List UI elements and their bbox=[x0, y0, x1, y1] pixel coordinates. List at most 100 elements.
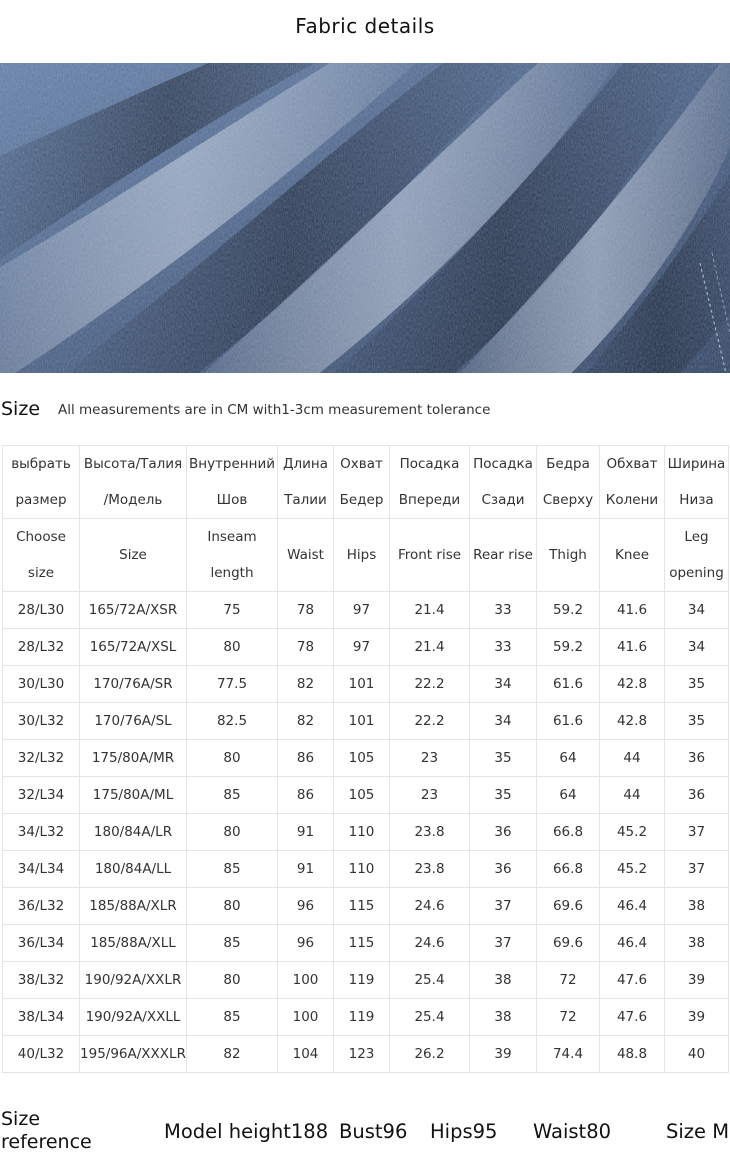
table-cell: 36/L34 bbox=[2, 924, 80, 962]
table-cell: 36 bbox=[469, 813, 537, 851]
table-cell: 45.2 bbox=[599, 813, 665, 851]
header-text: Посадка bbox=[399, 456, 460, 472]
table-cell: 82 bbox=[277, 665, 334, 703]
table-row: 30/L30 170/76A/SR 77.5 82 101 22.2 34 61.6 42.8 3… bbox=[2, 665, 729, 703]
header-cell: Inseam length bbox=[186, 518, 278, 592]
table-cell: 69.6 bbox=[536, 887, 600, 925]
table-row: 28/L30 165/72A/XSR 75 78 97 21.4 33 59.2 41.6 34 bbox=[2, 591, 729, 629]
table-cell: 180/84A/LL bbox=[79, 850, 187, 888]
table-cell: 101 bbox=[333, 665, 390, 703]
table-cell: 35 bbox=[469, 776, 537, 814]
header-text: Высота/Талия bbox=[83, 456, 183, 472]
table-cell: 82 bbox=[277, 702, 334, 740]
table-cell: 72 bbox=[536, 961, 600, 999]
header-text: размер bbox=[15, 492, 67, 508]
table-cell: 123 bbox=[333, 1035, 390, 1073]
table-cell: 48.8 bbox=[599, 1035, 665, 1073]
table-cell: 85 bbox=[186, 850, 278, 888]
table-cell: 77.5 bbox=[186, 665, 278, 703]
header-text: Rear rise bbox=[473, 547, 533, 563]
header-text: Ширина bbox=[667, 456, 726, 472]
table-cell: 69.6 bbox=[536, 924, 600, 962]
header-text: Thigh bbox=[549, 547, 587, 563]
table-cell: 110 bbox=[333, 813, 390, 851]
table-cell: 44 bbox=[599, 776, 665, 814]
table-cell: 105 bbox=[333, 739, 390, 777]
model-size: Size M bbox=[666, 1120, 730, 1143]
table-cell: 28/L32 bbox=[2, 628, 80, 666]
header-text: Шов bbox=[216, 492, 248, 508]
table-cell: 39 bbox=[664, 961, 729, 999]
table-cell: 32/L34 bbox=[2, 776, 80, 814]
table-cell: 24.6 bbox=[389, 887, 470, 925]
table-cell: 23.8 bbox=[389, 813, 470, 851]
table-cell: 175/80A/MR bbox=[79, 739, 187, 777]
table-cell: 36 bbox=[469, 850, 537, 888]
table-cell: 38/L34 bbox=[2, 998, 80, 1036]
table-cell: 25.4 bbox=[389, 961, 470, 999]
header-text: Hips bbox=[346, 547, 377, 563]
table-cell: 21.4 bbox=[389, 628, 470, 666]
table-cell: 42.8 bbox=[599, 702, 665, 740]
table-cell: 41.6 bbox=[599, 591, 665, 629]
header-text: Талии bbox=[284, 492, 327, 508]
header-text: Низа bbox=[679, 492, 714, 508]
table-cell: 22.2 bbox=[389, 665, 470, 703]
table-cell: 28/L30 bbox=[2, 591, 80, 629]
header-text: Knee bbox=[614, 547, 650, 563]
size-reference: Size reference Model height188 Bust96 Hi… bbox=[0, 1106, 730, 1166]
table-cell: 35 bbox=[469, 739, 537, 777]
header-text: Внутренний bbox=[188, 456, 276, 472]
table-row: 28/L32 165/72A/XSL 80 78 97 21.4 33 59.2 41.6 34 bbox=[2, 628, 729, 666]
table-cell: 86 bbox=[277, 776, 334, 814]
table-cell: 23 bbox=[389, 739, 470, 777]
header-cell: Thigh bbox=[536, 518, 600, 592]
header-cell: Бедра Сверху bbox=[536, 445, 600, 519]
header-text: Size bbox=[119, 547, 147, 563]
table-cell: 180/84A/LR bbox=[79, 813, 187, 851]
table-cell: 34 bbox=[469, 665, 537, 703]
table-cell: 59.2 bbox=[536, 591, 600, 629]
header-text: Бедер bbox=[339, 492, 384, 508]
table-cell: 165/72A/XSL bbox=[79, 628, 187, 666]
table-cell: 175/80A/ML bbox=[79, 776, 187, 814]
table-cell: 104 bbox=[277, 1035, 334, 1073]
table-cell: 47.6 bbox=[599, 998, 665, 1036]
table-cell: 24.6 bbox=[389, 924, 470, 962]
table-cell: 80 bbox=[186, 813, 278, 851]
table-cell: 40/L32 bbox=[2, 1035, 80, 1073]
table-cell: 22.2 bbox=[389, 702, 470, 740]
header-text: Front rise bbox=[397, 547, 462, 563]
table-row: 32/L34 175/80A/ML 85 86 105 23 35 64 44 36 bbox=[2, 776, 729, 814]
header-cell: Leg opening bbox=[664, 518, 729, 592]
table-cell: 64 bbox=[536, 776, 600, 814]
header-text: выбрать bbox=[11, 456, 71, 472]
table-cell: 72 bbox=[536, 998, 600, 1036]
model-hips: Hips95 bbox=[430, 1120, 498, 1143]
table-cell: 96 bbox=[277, 924, 334, 962]
table-cell: 33 bbox=[469, 628, 537, 666]
table-cell: 100 bbox=[277, 998, 334, 1036]
header-text: Обхват bbox=[606, 456, 658, 472]
table-cell: 37 bbox=[469, 924, 537, 962]
table-row: 34/L32 180/84A/LR 80 91 110 23.8 36 66.8 45.2 37 bbox=[2, 813, 729, 851]
header-cell: Choose size bbox=[2, 518, 80, 592]
header-cell: Внутренний Шов bbox=[186, 445, 278, 519]
header-text: Waist bbox=[287, 547, 324, 563]
table-cell: 66.8 bbox=[536, 813, 600, 851]
header-text: Колени bbox=[605, 492, 659, 508]
page-title: Fabric details bbox=[295, 14, 435, 38]
table-cell: 36 bbox=[664, 739, 729, 777]
header-cell: Ширина Низа bbox=[664, 445, 729, 519]
table-cell: 37 bbox=[664, 850, 729, 888]
table-cell: 42.8 bbox=[599, 665, 665, 703]
table-cell: 33 bbox=[469, 591, 537, 629]
header-text: opening bbox=[669, 565, 724, 581]
header-cell: Size bbox=[79, 518, 187, 592]
table-cell: 80 bbox=[186, 739, 278, 777]
table-cell: 38 bbox=[469, 998, 537, 1036]
table-cell: 115 bbox=[333, 887, 390, 925]
table-cell: 61.6 bbox=[536, 702, 600, 740]
table-cell: 37 bbox=[469, 887, 537, 925]
header-cell: Высота/Талия/Модель bbox=[79, 445, 187, 519]
